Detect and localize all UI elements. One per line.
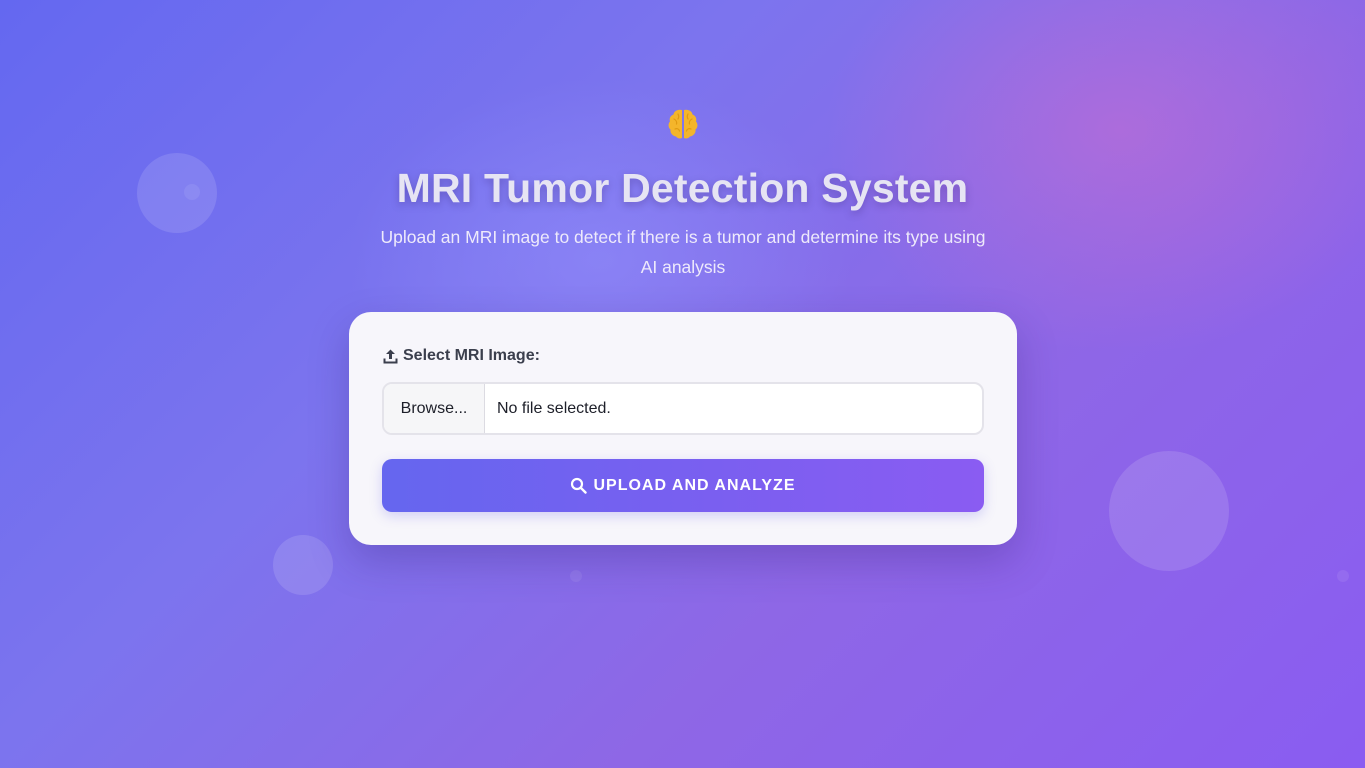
decorative-bubble xyxy=(570,570,582,582)
decorative-bubble xyxy=(273,535,333,595)
decorative-bubble xyxy=(1109,451,1229,571)
file-input[interactable]: Browse... No file selected. xyxy=(382,382,984,435)
file-field-label-text: Select MRI Image: xyxy=(403,347,540,364)
upload-icon xyxy=(383,349,398,363)
upload-and-analyze-button[interactable]: UPLOAD AND ANALYZE xyxy=(382,459,984,512)
brain-icon xyxy=(666,107,700,141)
upload-and-analyze-label: UPLOAD AND ANALYZE xyxy=(593,476,796,494)
decorative-bubble xyxy=(1337,570,1349,582)
file-status-text: No file selected. xyxy=(497,399,611,417)
page-subtitle: Upload an MRI image to detect if there i… xyxy=(380,227,986,277)
search-icon xyxy=(571,477,588,494)
upload-card: Select MRI Image: Browse... No file sele… xyxy=(349,312,1017,545)
file-field-label: Select MRI Image: xyxy=(382,347,540,365)
page-title: MRI Tumor Detection System xyxy=(396,165,969,211)
browse-button[interactable]: Browse... xyxy=(384,384,485,433)
